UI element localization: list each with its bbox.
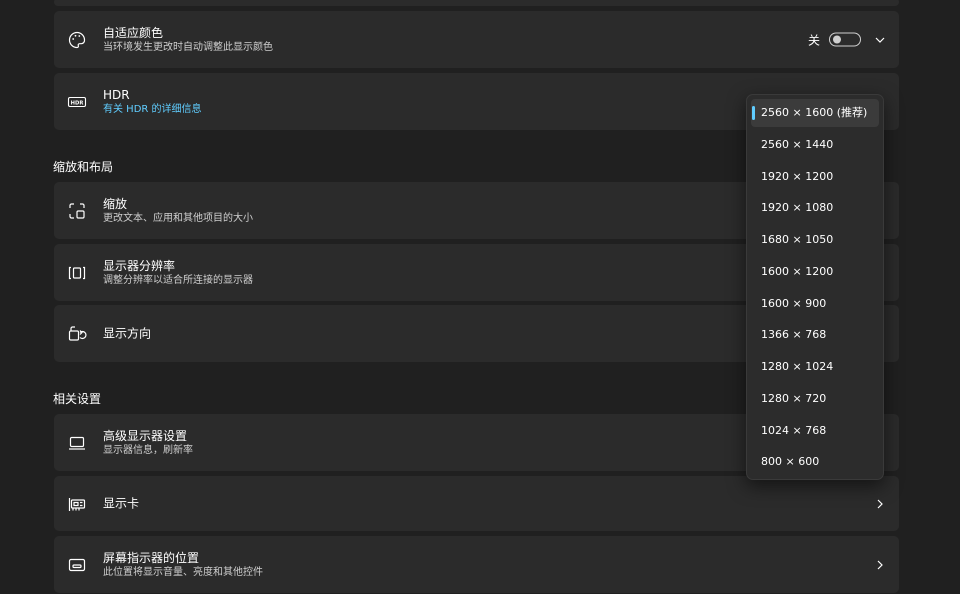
screen-indicator-subtitle: 此位置将显示音量、亮度和其他控件 — [103, 566, 263, 578]
graphics-title: 显示卡 — [103, 496, 140, 510]
chevron-down-icon[interactable] — [873, 33, 887, 47]
resolution-option-label: 1280 × 1024 — [761, 360, 834, 373]
adaptive-color-title: 自适应颜色 — [103, 25, 164, 40]
resolution-option[interactable]: 1600 × 900 — [751, 290, 879, 318]
resolution-option[interactable]: 1920 × 1200 — [751, 163, 879, 191]
adaptive-color-toggle-group: 关 — [808, 31, 861, 48]
section-title-scale-layout: 缩放和布局 — [53, 160, 114, 174]
adaptive-color-text: 自适应颜色 当环境发生更改时自动调整此显示颜色 — [103, 26, 273, 54]
selected-indicator — [752, 106, 755, 120]
adaptive-color-toggle[interactable] — [829, 32, 861, 47]
chevron-right-icon[interactable] — [873, 558, 887, 572]
orientation-title: 显示方向 — [103, 326, 152, 340]
hdr-text: HDR 有关 HDR 的详细信息 — [103, 88, 202, 116]
resolution-icon — [67, 263, 87, 283]
resolution-title: 显示器分辨率 — [103, 258, 176, 273]
orientation-text: 显示方向 — [103, 326, 151, 341]
toggle-state-label: 关 — [807, 33, 820, 47]
graphics-card-icon — [67, 494, 87, 514]
resolution-option[interactable]: 1024 × 768 — [751, 417, 879, 445]
advanced-display-text: 高级显示器设置 显示器信息，刷新率 — [103, 429, 193, 457]
resolution-option[interactable]: 800 × 600 — [751, 448, 879, 476]
resolution-option-label: 1600 × 1200 — [761, 264, 834, 278]
resolution-option[interactable]: 2560 × 1600 (推荐) — [751, 99, 879, 127]
resolution-option-label: 1024 × 768 — [761, 423, 827, 437]
scale-text: 缩放 更改文本、应用和其他项目的大小 — [103, 197, 253, 225]
resolution-text: 显示器分辨率 调整分辨率以适合所连接的显示器 — [103, 259, 253, 287]
scale-subtitle: 更改文本、应用和其他项目的大小 — [103, 212, 253, 224]
scale-title: 缩放 — [103, 196, 128, 211]
palette-icon — [67, 30, 87, 50]
advanced-display-subtitle: 显示器信息，刷新率 — [103, 444, 193, 456]
resolution-dropdown-menu[interactable]: 2560 × 1600 (推荐) 2560 × 1440 1920 × 1200 19… — [746, 94, 884, 480]
adaptive-color-subtitle: 当环境发生更改时自动调整此显示颜色 — [103, 41, 273, 53]
svg-text:HDR: HDR — [71, 100, 84, 106]
monitor-icon — [67, 433, 87, 453]
resolution-option-label: 2560 × 1600 (推荐) — [761, 106, 868, 119]
advanced-display-title: 高级显示器设置 — [103, 428, 188, 443]
resolution-option[interactable]: 1680 × 1050 — [751, 226, 879, 254]
indicator-icon — [67, 555, 87, 575]
screen-indicator-text: 屏幕指示器的位置 此位置将显示音量、亮度和其他控件 — [103, 551, 263, 579]
resolution-option[interactable]: 1600 × 1200 — [751, 258, 879, 286]
screen-indicator-card[interactable]: 屏幕指示器的位置 此位置将显示音量、亮度和其他控件 — [54, 536, 899, 593]
hdr-learn-more-link[interactable]: 有关 HDR 的详细信息 — [103, 103, 202, 116]
orientation-icon — [67, 324, 87, 344]
resolution-option-label: 1600 × 900 — [761, 296, 827, 310]
toggle-knob — [833, 35, 841, 44]
resolution-option-label: 1366 × 768 — [761, 328, 827, 342]
graphics-card[interactable]: 显示卡 — [54, 476, 899, 531]
resolution-option-label: 800 × 600 — [761, 455, 820, 469]
section-title-related: 相关设置 — [53, 392, 102, 406]
display-settings-page: 自适应颜色 当环境发生更改时自动调整此显示颜色 关 HDR HDR 有关 HDR… — [0, 0, 960, 594]
resolution-option[interactable]: 2560 × 1440 — [751, 131, 879, 159]
resolution-option-label: 1920 × 1200 — [761, 169, 834, 183]
resolution-subtitle: 调整分辨率以适合所连接的显示器 — [103, 274, 253, 286]
adaptive-color-card[interactable]: 自适应颜色 当环境发生更改时自动调整此显示颜色 关 — [54, 11, 899, 68]
screen-indicator-title: 屏幕指示器的位置 — [103, 550, 200, 565]
resolution-option[interactable]: 1920 × 1080 — [751, 194, 879, 222]
resolution-option[interactable]: 1280 × 1024 — [751, 353, 879, 381]
resolution-option[interactable]: 1366 × 768 — [751, 321, 879, 349]
resolution-option-label: 1680 × 1050 — [761, 233, 834, 246]
top-partial-card — [54, 0, 899, 6]
resolution-option-label: 1280 × 720 — [761, 391, 827, 405]
chevron-right-icon[interactable] — [873, 497, 887, 511]
scale-icon — [67, 201, 87, 221]
graphics-text: 显示卡 — [103, 496, 139, 511]
resolution-option[interactable]: 1280 × 720 — [751, 385, 879, 413]
hdr-icon: HDR — [67, 92, 87, 112]
hdr-title: HDR — [103, 87, 130, 102]
resolution-option-label: 1920 × 1080 — [761, 201, 834, 215]
resolution-option-label: 2560 × 1440 — [761, 137, 834, 151]
